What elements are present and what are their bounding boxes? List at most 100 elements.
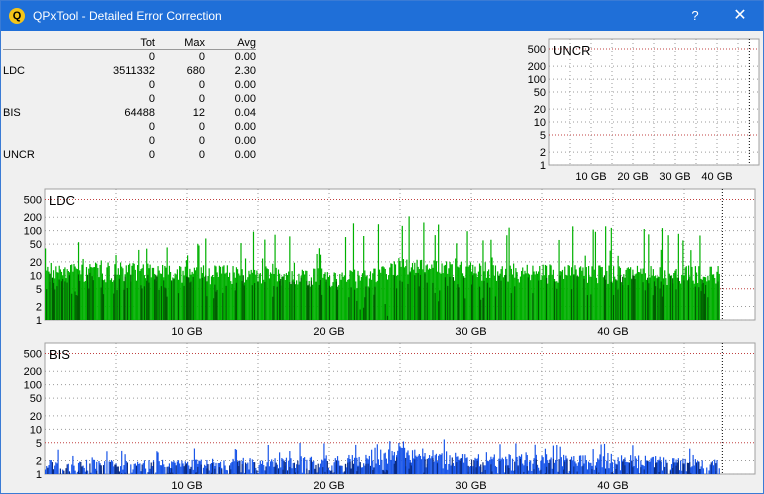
data-bar xyxy=(585,267,587,320)
data-bar xyxy=(680,283,682,320)
data-bar xyxy=(180,266,182,320)
help-button[interactable]: ? xyxy=(681,5,709,27)
data-bar-dark xyxy=(214,284,216,320)
data-bar xyxy=(624,277,626,320)
data-bar xyxy=(397,450,399,474)
row-avg: 0.00 xyxy=(234,93,256,105)
title-bar[interactable]: Q QPxTool - Detailed Error Correction ? … xyxy=(1,1,763,31)
data-bar xyxy=(80,274,82,320)
data-bar xyxy=(708,470,710,474)
data-bar xyxy=(208,268,210,320)
data-bar-dark xyxy=(350,468,352,474)
data-bar xyxy=(73,263,75,320)
data-bar xyxy=(358,275,360,320)
data-bar xyxy=(534,444,536,474)
data-bar xyxy=(191,271,193,320)
data-bar xyxy=(129,263,131,320)
data-bar xyxy=(495,280,498,320)
data-bar xyxy=(133,263,135,320)
data-bar xyxy=(149,468,151,474)
data-bar-dark xyxy=(81,466,83,474)
data-bar xyxy=(69,265,72,320)
data-bar xyxy=(258,464,260,474)
data-bar xyxy=(132,263,134,320)
data-bar xyxy=(106,267,108,320)
data-bar xyxy=(555,281,557,320)
data-bar-dark xyxy=(273,286,275,320)
y-tick-label: 1 xyxy=(36,469,42,481)
data-bar-dark xyxy=(444,277,447,320)
data-bar xyxy=(256,270,258,320)
data-bar xyxy=(681,274,683,320)
data-bar xyxy=(265,266,267,320)
data-bar xyxy=(314,268,316,320)
y-tick-label: 2 xyxy=(36,302,42,314)
data-bar-dark xyxy=(348,297,350,320)
data-bar-dark xyxy=(658,472,660,474)
data-bar xyxy=(594,231,597,320)
data-bar xyxy=(264,470,266,474)
data-bar xyxy=(443,439,445,474)
data-bar xyxy=(606,460,608,474)
data-bar xyxy=(578,267,581,320)
data-bar xyxy=(252,461,255,474)
data-bar xyxy=(581,270,583,320)
data-bar xyxy=(431,264,433,320)
data-bar xyxy=(311,284,314,320)
data-bar-dark xyxy=(351,460,353,474)
data-bar xyxy=(224,465,226,474)
data-bar-dark xyxy=(306,468,308,474)
data-bar-dark xyxy=(457,284,459,320)
data-bar-dark xyxy=(683,280,685,320)
data-bar xyxy=(371,279,373,320)
row-max: 680 xyxy=(186,65,205,77)
data-bar xyxy=(628,268,631,320)
data-bar xyxy=(236,269,239,320)
data-bar-dark xyxy=(642,282,644,320)
data-bar xyxy=(649,277,651,320)
data-bar-dark xyxy=(52,282,55,320)
data-bar xyxy=(710,266,712,320)
data-bar xyxy=(313,460,315,474)
data-bar xyxy=(497,473,499,474)
data-bar-dark xyxy=(622,461,624,474)
data-bar xyxy=(55,266,57,320)
data-bar xyxy=(530,280,532,320)
data-bar xyxy=(276,464,278,474)
data-bar xyxy=(191,459,193,474)
data-bar-dark xyxy=(229,465,231,474)
data-bar xyxy=(520,454,523,474)
data-bar xyxy=(513,263,515,320)
data-bar xyxy=(695,272,698,320)
data-bar xyxy=(309,457,311,474)
data-bar-dark xyxy=(576,275,578,320)
data-bar xyxy=(617,457,619,474)
data-bar xyxy=(550,265,552,320)
data-bar-dark xyxy=(282,276,284,320)
table-row: LDC 3511332 680 2.30 xyxy=(3,64,256,78)
data-bar-dark xyxy=(494,296,497,320)
data-bar xyxy=(466,457,468,474)
data-bar xyxy=(611,282,614,320)
data-bar xyxy=(319,463,322,474)
data-bar xyxy=(488,461,490,474)
data-bar xyxy=(381,459,383,474)
data-bar xyxy=(575,463,577,474)
row-tot: 3511332 xyxy=(112,65,155,77)
data-bar xyxy=(490,239,492,320)
data-bar-dark xyxy=(643,469,645,474)
data-bar-dark xyxy=(243,285,245,320)
data-bar xyxy=(198,460,200,474)
data-bar xyxy=(108,461,110,474)
close-button[interactable]: ✕ xyxy=(723,5,757,27)
data-bar xyxy=(240,472,242,474)
data-bar xyxy=(519,276,522,320)
data-bar-dark xyxy=(447,285,449,320)
data-bar-dark xyxy=(383,470,385,474)
data-bar xyxy=(601,266,603,320)
data-bar xyxy=(460,261,462,320)
data-bar xyxy=(539,470,541,474)
data-bar xyxy=(441,453,443,474)
data-bar xyxy=(69,473,72,474)
data-bar xyxy=(227,276,230,320)
